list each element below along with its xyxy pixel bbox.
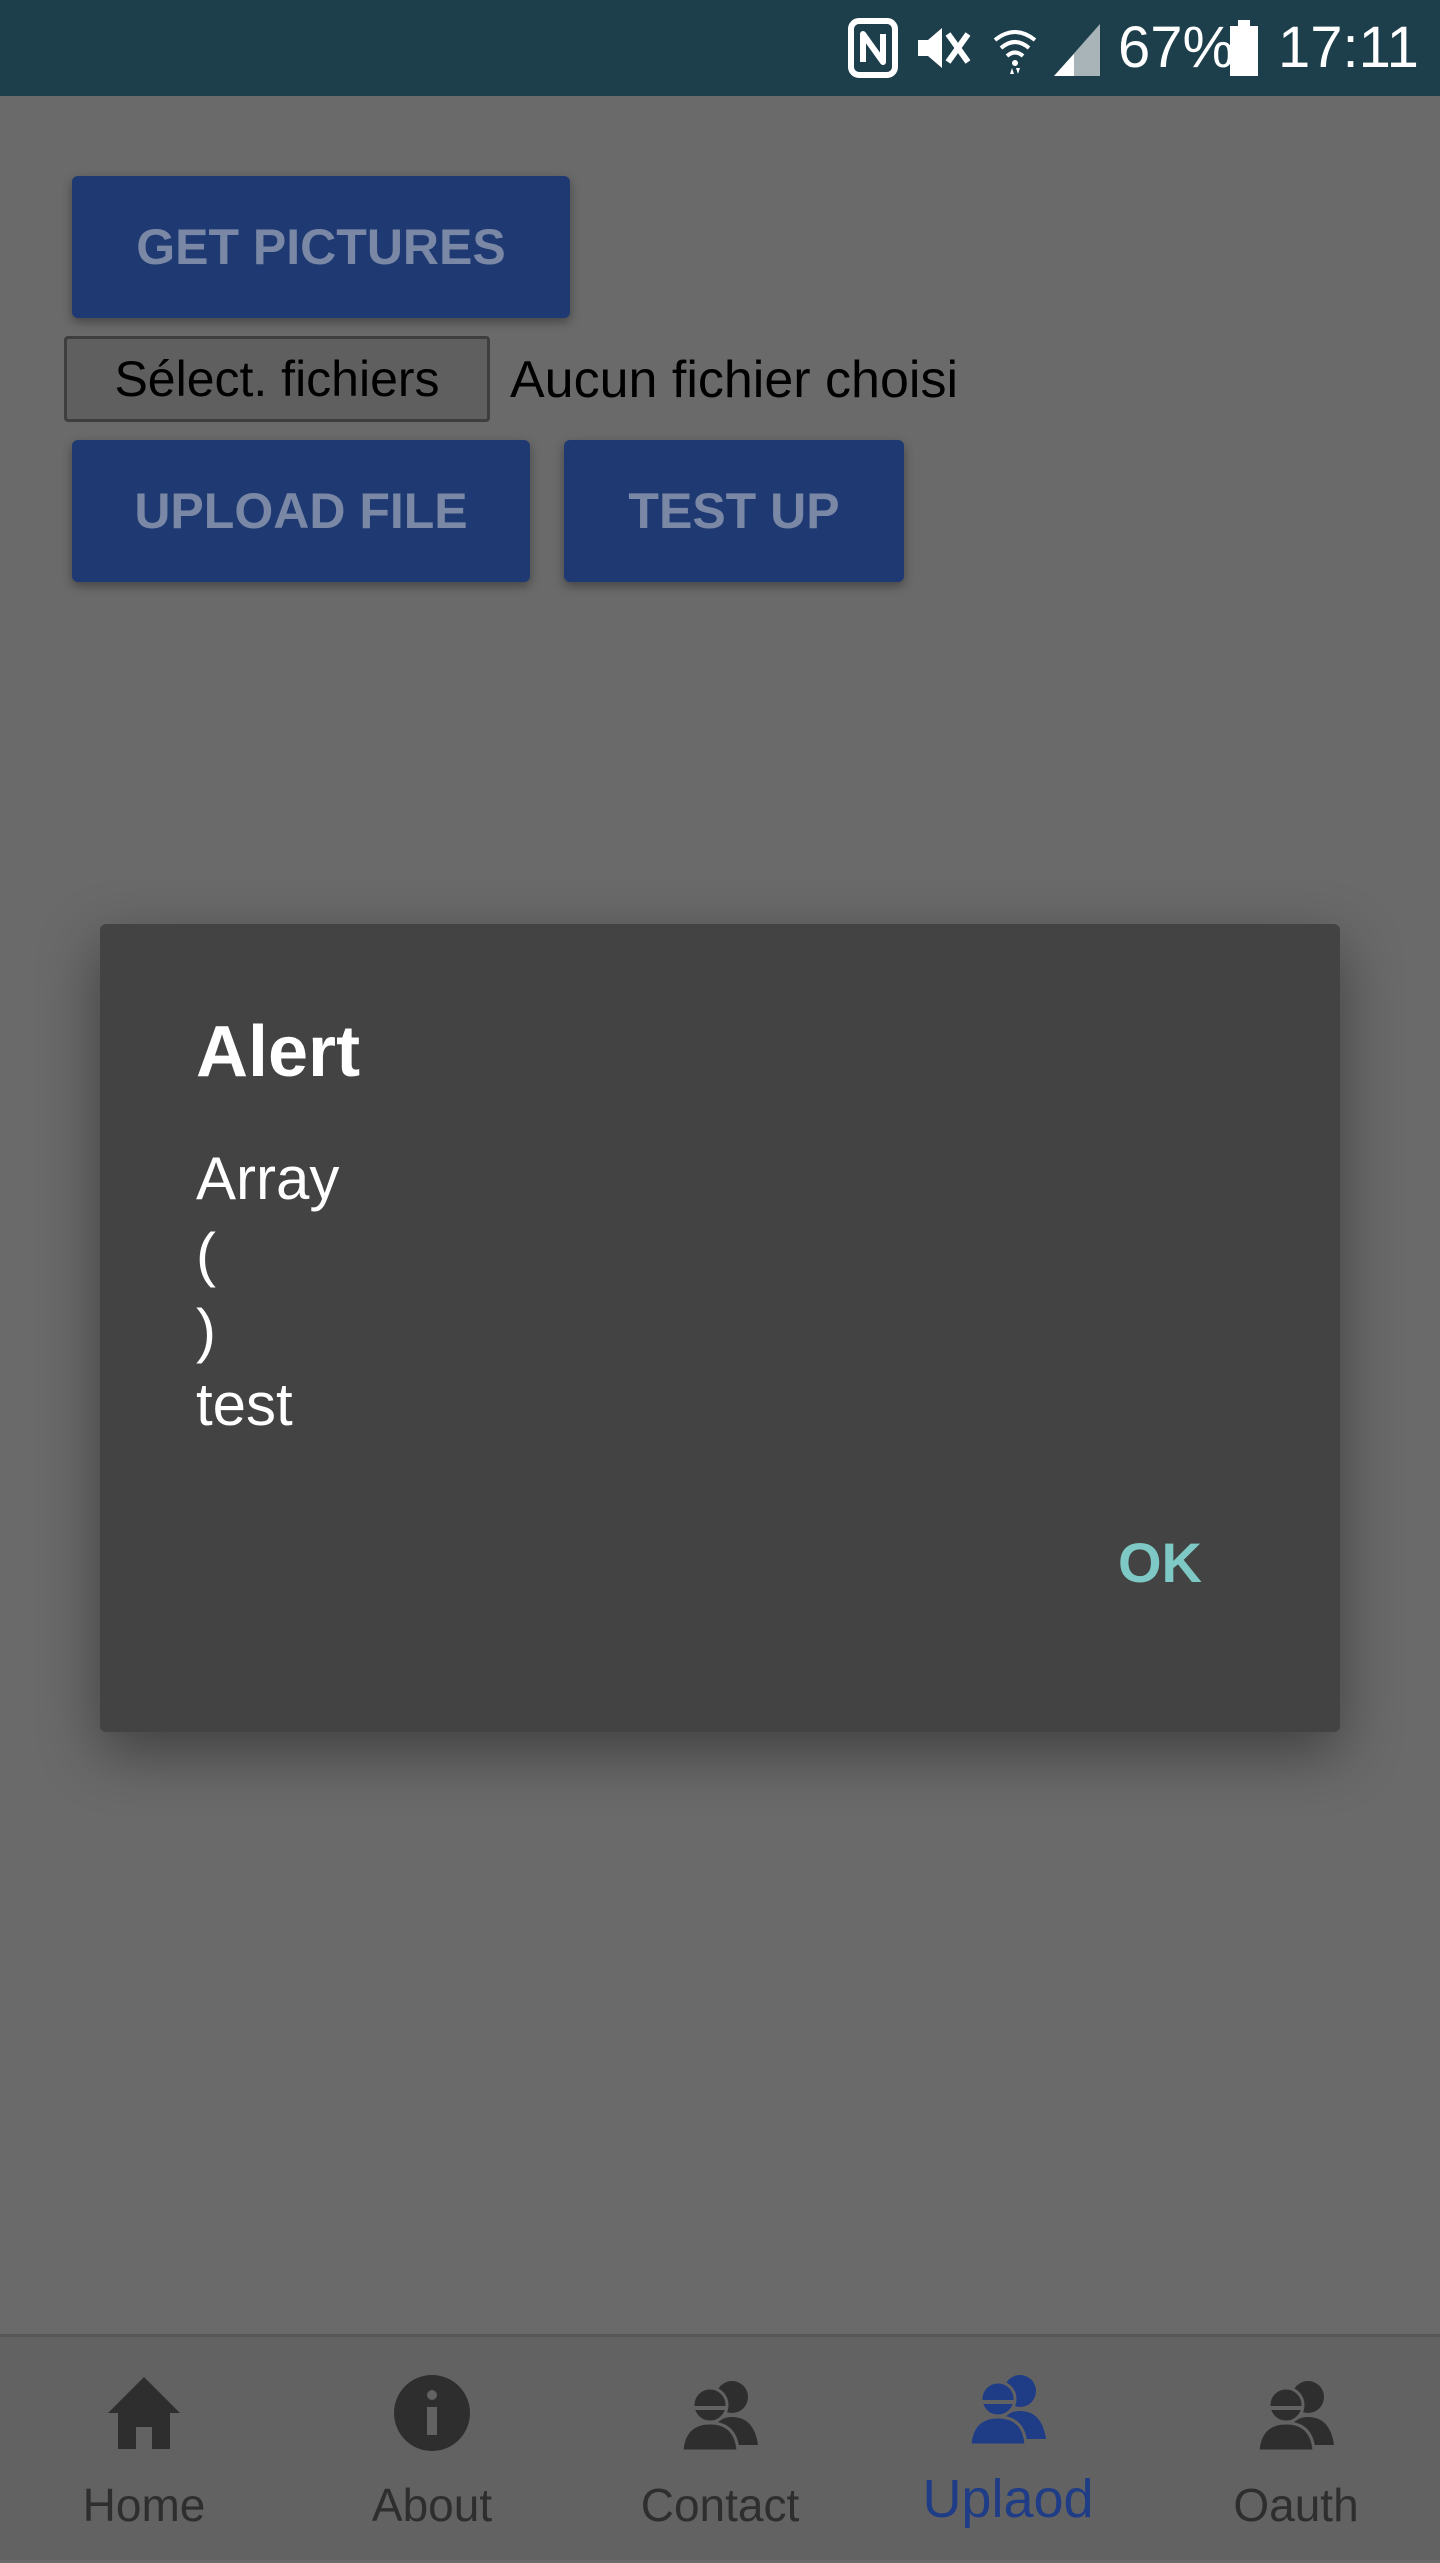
- battery-icon: [1230, 20, 1258, 76]
- ok-button[interactable]: OK: [1080, 1518, 1240, 1608]
- get-pictures-button[interactable]: GET PICTURES: [72, 176, 570, 318]
- select-files-button[interactable]: Sélect. fichiers: [64, 336, 490, 422]
- contacts-icon: [1256, 2381, 1334, 2453]
- dialog-message-line: Array: [196, 1145, 340, 1212]
- signal-icon: [1054, 24, 1100, 76]
- status-bar: 67% 17:11: [0, 0, 1440, 96]
- wifi-icon: [993, 30, 1037, 74]
- nav-item-contact[interactable]: Contact: [576, 2337, 864, 2563]
- dialog-title: Alert: [196, 1012, 361, 1092]
- nav-label: Contact: [640, 2479, 800, 2531]
- contacts-icon: [968, 2375, 1046, 2447]
- nfc-icon: [848, 18, 898, 78]
- dialog-message-line: test: [196, 1371, 293, 1438]
- dialog-message-line: (: [196, 1221, 216, 1288]
- nav-label: Home: [82, 2479, 206, 2531]
- battery-percent: 67%: [1118, 15, 1235, 80]
- clock: 17:11: [1278, 15, 1419, 80]
- nav-item-home[interactable]: Home: [0, 2337, 288, 2563]
- nav-label: Uplaod: [922, 2469, 1094, 2529]
- nav-label: Oauth: [1233, 2479, 1359, 2531]
- alert-dialog: Alert Array ( ) test OK: [100, 924, 1340, 1732]
- home-icon: [108, 2377, 180, 2449]
- upload-file-button[interactable]: UPLOAD FILE: [72, 440, 530, 582]
- nav-label: About: [371, 2479, 493, 2531]
- file-status-text: Aucun fichier choisi: [510, 351, 958, 409]
- contacts-icon: [680, 2381, 758, 2453]
- nav-item-about[interactable]: About: [288, 2337, 576, 2563]
- nav-item-oauth[interactable]: Oauth: [1152, 2337, 1440, 2563]
- nav-item-uplaod[interactable]: Uplaod: [864, 2337, 1152, 2563]
- dialog-message-line: ): [196, 1297, 216, 1364]
- mute-icon: [918, 28, 971, 68]
- bottom-nav: Home About Contact Uplaod Oauth: [0, 2334, 1440, 2560]
- info-icon: [394, 2375, 470, 2451]
- test-up-button[interactable]: TEST UP: [564, 440, 904, 582]
